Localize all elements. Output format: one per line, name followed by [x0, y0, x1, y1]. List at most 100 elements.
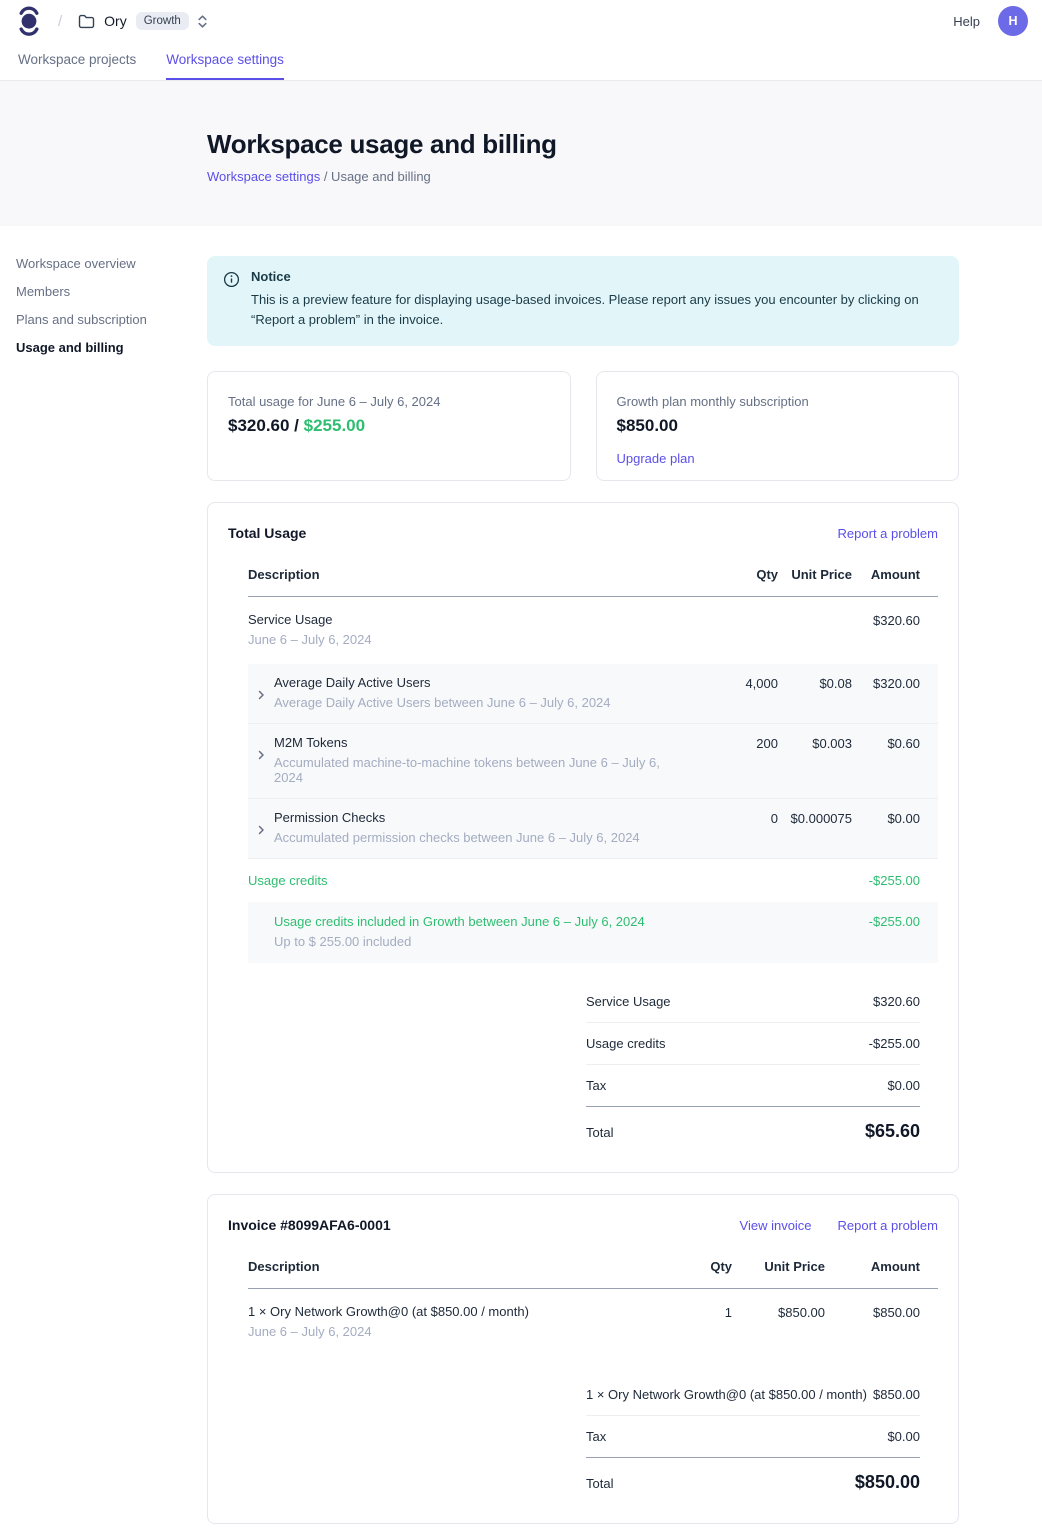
row-subtitle: Accumulated machine-to-machine tokens be…	[274, 755, 688, 785]
total-usage-card: Total usage for June 6 – July 6, 2024 $3…	[207, 371, 571, 481]
row-period: June 6 – July 6, 2024	[248, 632, 688, 647]
invoice-table-header: Description Qty Unit Price Amount	[248, 1247, 938, 1289]
breadcrumb-settings-link[interactable]: Workspace settings	[207, 169, 320, 184]
row-unit-price: $850.00	[732, 1304, 825, 1320]
workspace-name[interactable]: Ory	[104, 13, 127, 29]
row-title: 1 × Ory Network Growth@0 (at $850.00 / m…	[248, 1304, 642, 1319]
total-usage-panel: Total Usage Report a problem Description…	[207, 502, 959, 1173]
invoice-totals: 1 × Ory Network Growth@0 (at $850.00 / m…	[586, 1374, 920, 1499]
breadcrumb-current: / Usage and billing	[324, 169, 431, 184]
row-qty: 1	[642, 1304, 732, 1320]
usage-credit-value: $255.00	[304, 416, 365, 435]
row-subtitle: Accumulated permission checks between Ju…	[274, 830, 688, 845]
page-header: Workspace usage and billing Workspace se…	[0, 81, 1042, 226]
view-invoice-link[interactable]: View invoice	[740, 1218, 812, 1233]
col-unit-price: Unit Price	[732, 1259, 825, 1274]
sidebar-item-workspace-overview[interactable]: Workspace overview	[16, 256, 191, 271]
col-qty: Qty	[688, 567, 778, 582]
row-amount: -$255.00	[852, 914, 920, 929]
preview-notice: Notice This is a preview feature for dis…	[207, 256, 959, 346]
total-usage-label: Total usage for June 6 – July 6, 2024	[228, 394, 550, 409]
table-row-usage-credits-detail: Usage credits included in Growth between…	[248, 902, 938, 963]
row-amount: $0.00	[852, 810, 920, 826]
row-unit-price: $0.000075	[778, 810, 852, 826]
breadcrumb: Workspace settings / Usage and billing	[207, 169, 1042, 184]
sidebar-item-members[interactable]: Members	[16, 284, 191, 299]
notice-body: This is a preview feature for displaying…	[251, 290, 939, 330]
row-amount: -$255.00	[852, 873, 920, 888]
row-title: Service Usage	[248, 612, 688, 627]
notice-title: Notice	[251, 269, 939, 284]
col-unit-price: Unit Price	[778, 567, 852, 582]
tab-workspace-projects[interactable]: Workspace projects	[18, 42, 136, 80]
col-description: Description	[248, 1259, 642, 1274]
row-amount: $0.60	[852, 735, 920, 751]
row-title: M2M Tokens	[274, 735, 688, 750]
sidebar-item-usage-and-billing[interactable]: Usage and billing	[16, 340, 191, 355]
invoice-panel-title: Invoice #8099AFA6-0001	[228, 1217, 714, 1233]
invoice-report-problem-link[interactable]: Report a problem	[838, 1218, 938, 1233]
row-period: June 6 – July 6, 2024	[248, 1324, 642, 1339]
table-row-average-daily-active-users[interactable]: Average Daily Active Users Average Daily…	[248, 664, 938, 724]
col-qty: Qty	[642, 1259, 732, 1274]
page-title: Workspace usage and billing	[207, 129, 1042, 160]
row-subtitle: Up to $ 255.00 included	[274, 934, 688, 949]
table-row-growth-subscription: 1 × Ory Network Growth@0 (at $850.00 / m…	[248, 1289, 938, 1356]
usage-panel-title: Total Usage	[228, 525, 812, 541]
usage-table: Description Qty Unit Price Amount Servic…	[248, 555, 938, 1148]
chevron-right-icon[interactable]	[248, 735, 274, 761]
chevron-right-icon[interactable]	[248, 810, 274, 836]
totals-row-grand-total: Total $850.00	[586, 1458, 920, 1499]
table-row-m2m-tokens[interactable]: M2M Tokens Accumulated machine-to-machin…	[248, 724, 938, 799]
avatar[interactable]: H	[998, 6, 1028, 36]
usage-table-header: Description Qty Unit Price Amount	[248, 555, 938, 597]
usage-report-problem-link[interactable]: Report a problem	[838, 526, 938, 541]
plan-badge: Growth	[136, 12, 189, 30]
top-bar: / Ory Growth Help H	[0, 0, 1042, 42]
totals-row-service-usage: Service Usage $320.60	[586, 981, 920, 1023]
plan-subscription-card: Growth plan monthly subscription $850.00…	[596, 371, 960, 481]
table-row-service-usage: Service Usage June 6 – July 6, 2024 $320…	[248, 597, 938, 664]
settings-sidebar: Workspace overview Members Plans and sub…	[16, 256, 191, 355]
row-title: Average Daily Active Users	[274, 675, 688, 690]
workspace-tabs: Workspace projects Workspace settings	[0, 42, 1042, 81]
col-description: Description	[248, 567, 688, 582]
plan-subscription-label: Growth plan monthly subscription	[617, 394, 939, 409]
table-row-permission-checks[interactable]: Permission Checks Accumulated permission…	[248, 799, 938, 859]
totals-row-line-item: 1 × Ory Network Growth@0 (at $850.00 / m…	[586, 1374, 920, 1416]
info-icon	[223, 271, 240, 330]
chevron-right-icon[interactable]	[248, 675, 274, 701]
upgrade-plan-link[interactable]: Upgrade plan	[617, 451, 695, 466]
row-amount: $320.00	[852, 675, 920, 691]
totals-row-tax: Tax $0.00	[586, 1065, 920, 1107]
row-subtitle: Average Daily Active Users between June …	[274, 695, 688, 710]
invoice-panel: Invoice #8099AFA6-0001 View invoice Repo…	[207, 1194, 959, 1524]
row-unit-price: $0.003	[778, 735, 852, 751]
help-link[interactable]: Help	[953, 14, 980, 29]
breadcrumb-separator: /	[58, 13, 62, 30]
workspace-switcher-chevrons-icon[interactable]	[197, 14, 208, 29]
ory-logo-icon[interactable]	[18, 5, 40, 37]
folder-icon	[78, 14, 95, 29]
usage-totals: Service Usage $320.60 Usage credits -$25…	[586, 981, 920, 1148]
totals-row-usage-credits: Usage credits -$255.00	[586, 1023, 920, 1065]
row-unit-price: $0.08	[778, 675, 852, 691]
tab-workspace-settings[interactable]: Workspace settings	[166, 42, 284, 80]
total-usage-value: $320.60 / $255.00	[228, 416, 550, 436]
row-title: Usage credits	[248, 873, 688, 888]
totals-row-grand-total: Total $65.60	[586, 1107, 920, 1148]
row-amount: $850.00	[825, 1304, 920, 1320]
row-title: Permission Checks	[274, 810, 688, 825]
col-amount: Amount	[852, 567, 920, 582]
row-amount: $320.60	[852, 612, 920, 628]
invoice-table: Description Qty Unit Price Amount 1 × Or…	[248, 1247, 938, 1499]
row-title: Usage credits included in Growth between…	[274, 914, 688, 929]
table-row-usage-credits: Usage credits -$255.00	[248, 859, 938, 902]
row-qty: 200	[688, 735, 778, 751]
col-amount: Amount	[825, 1259, 920, 1274]
row-qty: 4,000	[688, 675, 778, 691]
sidebar-item-plans-and-subscription[interactable]: Plans and subscription	[16, 312, 191, 327]
row-qty: 0	[688, 810, 778, 826]
totals-row-tax: Tax $0.00	[586, 1416, 920, 1458]
plan-subscription-value: $850.00	[617, 416, 939, 436]
